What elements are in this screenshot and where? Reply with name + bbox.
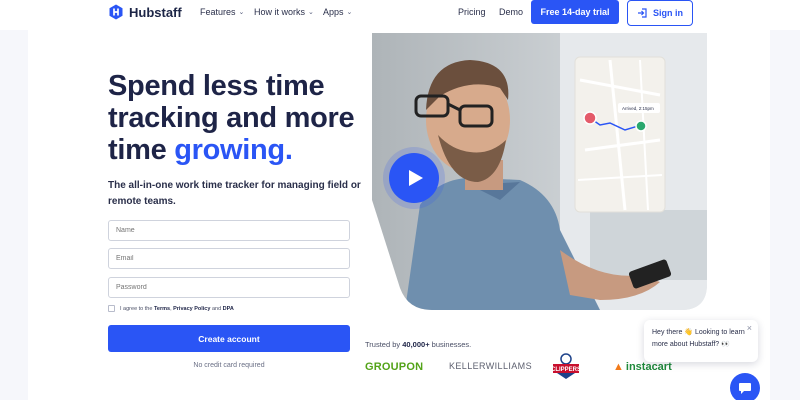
chat-launcher-button[interactable]: [730, 373, 760, 400]
keller-williams-logo: KELLERWILLIAMS: [449, 361, 532, 371]
hero-subheading: The all-in-one work time tracker for man…: [108, 180, 361, 207]
sign-in-icon: [638, 8, 647, 18]
groupon-logo: GROUPON: [365, 361, 424, 373]
agree-prefix: I agree to the: [120, 305, 154, 312]
terms-checkbox[interactable]: [108, 305, 115, 312]
close-icon[interactable]: ×: [747, 322, 752, 334]
password-field[interactable]: [108, 277, 350, 298]
nav-demo[interactable]: Demo: [499, 7, 523, 17]
carrot-icon: ▲: [613, 361, 624, 373]
trusted-by-text: Trusted by 40,000+ businesses.: [365, 340, 471, 349]
nav-features-label: Features: [200, 7, 236, 17]
sign-in-button[interactable]: Sign in: [627, 0, 693, 26]
svg-text:Arrived, 2:15pm: Arrived, 2:15pm: [622, 106, 654, 111]
chat-popup[interactable]: × Hey there 👋 Looking to learn more abou…: [644, 320, 758, 362]
nav-how-it-works-label: How it works: [254, 7, 306, 17]
svg-text:CLIPPERS: CLIPPERS: [551, 367, 581, 373]
headline-line-2: tracking and more: [108, 102, 355, 134]
dpa-link[interactable]: DPA: [223, 306, 234, 312]
instacart-text: instacart: [625, 361, 672, 373]
name-field[interactable]: [108, 220, 350, 241]
page-margin-right: [770, 0, 800, 400]
nav-how-it-works[interactable]: How it works ⌄: [254, 7, 314, 17]
site-header: Hubstaff Features ⌄ How it works ⌄ Apps …: [0, 0, 800, 30]
trusted-prefix: Trusted by: [365, 340, 403, 349]
hero-headline: Spend less time tracking and more time g…: [108, 70, 355, 166]
map-card: Arrived, 2:15pm: [574, 56, 666, 213]
chat-bubble-icon: [739, 383, 751, 394]
logo-text: Hubstaff: [129, 4, 182, 20]
trusted-suffix: businesses.: [429, 340, 472, 349]
headline-line-1: Spend less time: [108, 70, 325, 102]
chevron-down-icon: ⌄: [238, 9, 245, 16]
clippers-logo: CLIPPERS: [551, 353, 581, 379]
privacy-policy-link[interactable]: Privacy Policy: [173, 306, 210, 312]
headline-line-3: time growing.: [108, 134, 354, 166]
nav-apps-label: Apps: [323, 7, 344, 17]
email-field[interactable]: [108, 248, 350, 269]
page-margin-left: [0, 30, 28, 400]
terms-link[interactable]: Terms: [154, 306, 170, 312]
nav-apps[interactable]: Apps ⌄: [323, 7, 352, 17]
play-video-button[interactable]: [389, 153, 439, 203]
instacart-logo: ▲ instacart: [613, 361, 672, 373]
chat-message: Hey there 👋 Looking to learn more about …: [652, 329, 745, 348]
nav-features[interactable]: Features ⌄: [200, 7, 244, 17]
terms-agreement: I agree to the Terms, Privacy Policy and…: [108, 305, 234, 312]
play-icon: [409, 170, 423, 186]
terms-text: I agree to the Terms, Privacy Policy and…: [120, 306, 234, 312]
headline-accent: growing.: [174, 134, 293, 166]
chevron-down-icon: ⌄: [308, 9, 314, 16]
hubstaff-logo[interactable]: Hubstaff: [108, 4, 182, 20]
headline-time: time: [108, 134, 175, 166]
chevron-down-icon: ⌄: [346, 9, 353, 16]
agree-and: and: [210, 305, 223, 312]
no-credit-card-note: No credit card required: [193, 362, 265, 369]
sign-in-label: Sign in: [653, 8, 683, 18]
hubstaff-logo-icon: [109, 4, 123, 20]
create-account-button[interactable]: Create account: [108, 325, 350, 352]
trusted-count: 40,000+: [402, 340, 430, 349]
free-trial-button[interactable]: Free 14-day trial: [531, 0, 619, 24]
nav-pricing[interactable]: Pricing: [458, 7, 486, 17]
